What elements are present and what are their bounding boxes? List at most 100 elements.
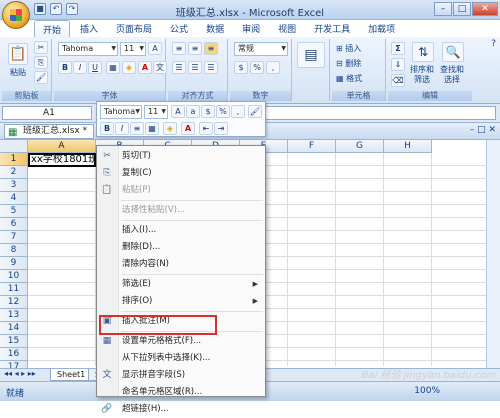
tab-formulas[interactable]: 公式 bbox=[162, 20, 196, 37]
paste-label[interactable]: 粘贴 bbox=[10, 67, 26, 78]
cut-icon[interactable]: ✂ bbox=[34, 41, 48, 54]
row-header[interactable]: 2 bbox=[0, 166, 28, 179]
zoom-level[interactable]: 100% bbox=[414, 386, 440, 396]
context-menu-item[interactable]: 🔗 超链接(H)... bbox=[97, 401, 265, 418]
row-header[interactable]: 14 bbox=[0, 322, 28, 335]
format-cells-button[interactable]: ▦ 格式 bbox=[336, 73, 362, 84]
fill-icon[interactable]: ⇓ bbox=[391, 58, 405, 71]
vertical-scrollbar[interactable] bbox=[486, 140, 500, 380]
context-menu-item[interactable]: 插入(I)... bbox=[97, 222, 265, 239]
row-header[interactable]: 9 bbox=[0, 257, 28, 270]
mini-comma-button[interactable]: , bbox=[231, 105, 245, 118]
row-header[interactable]: 12 bbox=[0, 296, 28, 309]
context-menu-item[interactable]: 选择性粘贴(V)... bbox=[97, 202, 265, 219]
percent-icon[interactable]: % bbox=[250, 61, 264, 74]
comma-icon[interactable]: , bbox=[266, 61, 280, 74]
name-box[interactable]: A1 bbox=[2, 106, 92, 120]
maximize-button[interactable]: □ bbox=[453, 2, 471, 16]
row-header[interactable]: 13 bbox=[0, 309, 28, 322]
align-left-icon[interactable]: ☰ bbox=[172, 61, 186, 74]
doc-window-controls-icon[interactable]: – □ ✕ bbox=[470, 125, 496, 135]
tab-review[interactable]: 审阅 bbox=[234, 20, 268, 37]
tab-addins[interactable]: 加载项 bbox=[360, 20, 403, 37]
mini-format-painter-icon[interactable]: 🖌 bbox=[248, 105, 262, 118]
sheet-nav-arrows-icon[interactable]: ◂◂ ◂ ▸ ▸▸ bbox=[4, 369, 36, 378]
delete-cells-button[interactable]: ⊟ 删除 bbox=[336, 58, 361, 69]
font-size-select[interactable]: 11 ▼ bbox=[120, 42, 146, 56]
tab-home[interactable]: 开始 bbox=[34, 20, 71, 37]
row-header[interactable]: 4 bbox=[0, 192, 28, 205]
mini-italic-button[interactable]: I bbox=[115, 122, 129, 135]
find-select-icon[interactable]: 🔍 bbox=[442, 42, 464, 62]
cell-a1[interactable]: xx学校1801班学 bbox=[28, 153, 108, 167]
underline-button[interactable]: U bbox=[88, 61, 102, 74]
mini-grow-font-icon[interactable]: A bbox=[171, 105, 185, 118]
align-top-icon[interactable]: ≡ bbox=[172, 42, 186, 55]
currency-icon[interactable]: $ bbox=[234, 61, 248, 74]
context-menu-item[interactable]: 清除内容(N) bbox=[97, 256, 265, 273]
document-tab[interactable]: ▦ 班级汇总.xlsx * bbox=[4, 124, 95, 139]
sheet-tab-sheet1[interactable]: Sheet1 bbox=[50, 369, 93, 381]
mini-shrink-font-icon[interactable]: a bbox=[186, 105, 200, 118]
context-menu-item[interactable]: 筛选(E) ▶ bbox=[97, 276, 265, 293]
bold-button[interactable]: B bbox=[58, 61, 72, 74]
mini-font-select[interactable]: Tahoma ▼ bbox=[100, 105, 142, 119]
paste-icon[interactable]: 📋 bbox=[8, 43, 28, 65]
phonetic-button[interactable]: 文 bbox=[153, 61, 167, 74]
column-header[interactable]: G bbox=[336, 140, 384, 153]
minimize-button[interactable]: – bbox=[434, 2, 452, 16]
row-header[interactable]: 8 bbox=[0, 244, 28, 257]
number-format-select[interactable]: 常规 ▼ bbox=[234, 42, 288, 56]
font-name-select[interactable]: Tahoma ▼ bbox=[58, 42, 118, 56]
column-header[interactable]: F bbox=[288, 140, 336, 153]
clear-icon[interactable]: ⌫ bbox=[391, 74, 405, 87]
autosum-button[interactable]: Σ bbox=[391, 42, 405, 55]
row-header[interactable]: 11 bbox=[0, 283, 28, 296]
row-header[interactable]: 10 bbox=[0, 270, 28, 283]
row-header[interactable]: 15 bbox=[0, 335, 28, 348]
copy-icon[interactable]: ⎘ bbox=[34, 56, 48, 69]
row-header[interactable]: 3 bbox=[0, 179, 28, 192]
mini-font-color-button[interactable]: A bbox=[181, 122, 195, 135]
align-middle-icon[interactable]: ≡ bbox=[188, 42, 202, 55]
office-button[interactable] bbox=[2, 1, 30, 29]
context-menu-item[interactable]: 命名单元格区域(R)... bbox=[97, 384, 265, 401]
context-menu-item[interactable]: 文显示拼音字段(S) bbox=[97, 367, 265, 384]
fill-color-icon[interactable]: ◈ bbox=[122, 61, 136, 74]
row-header[interactable]: 6 bbox=[0, 218, 28, 231]
row-header[interactable]: 1 bbox=[0, 153, 28, 166]
context-menu-item[interactable]: 从下拉列表中选择(K)... bbox=[97, 350, 265, 367]
context-menu-item[interactable]: 删除(D)... bbox=[97, 239, 265, 256]
sort-filter-label-2[interactable]: 筛选 bbox=[414, 74, 430, 85]
mini-size-select[interactable]: 11 ▼ bbox=[144, 105, 168, 119]
mini-increase-indent-icon[interactable]: ⇥ bbox=[214, 122, 228, 135]
align-center-icon[interactable]: ☰ bbox=[188, 61, 202, 74]
mini-border-icon[interactable]: ▦ bbox=[145, 122, 159, 135]
tab-view[interactable]: 视图 bbox=[270, 20, 304, 37]
border-icon[interactable]: ▦ bbox=[106, 61, 120, 74]
mini-bold-button[interactable]: B bbox=[100, 122, 114, 135]
format-painter-icon[interactable]: 🖌 bbox=[34, 71, 48, 84]
help-icon[interactable]: ? bbox=[491, 39, 496, 49]
context-menu-item[interactable]: ▦ 设置单元格格式(F)... bbox=[97, 333, 265, 350]
mini-percent-button[interactable]: % bbox=[216, 105, 230, 118]
insert-cells-button[interactable]: ⊞ 插入 bbox=[336, 43, 361, 54]
tab-insert[interactable]: 插入 bbox=[72, 20, 106, 37]
font-color-button[interactable]: A bbox=[138, 61, 152, 74]
select-all-corner[interactable] bbox=[0, 140, 28, 153]
mini-currency-icon[interactable]: $ bbox=[201, 105, 215, 118]
align-right-icon[interactable]: ☰ bbox=[204, 61, 218, 74]
row-header[interactable]: 7 bbox=[0, 231, 28, 244]
mini-center-icon[interactable]: ≡ bbox=[130, 122, 144, 135]
styles-icon[interactable]: ▤ bbox=[297, 42, 325, 68]
row-header[interactable]: 16 bbox=[0, 348, 28, 361]
context-menu-item[interactable]: ⎘ 复制(C) bbox=[97, 165, 265, 182]
column-header[interactable]: A bbox=[28, 140, 96, 153]
mini-fill-color-icon[interactable]: ◈ bbox=[163, 122, 177, 135]
context-menu-item[interactable]: 📋 粘贴(P) bbox=[97, 182, 265, 199]
row-header[interactable]: 5 bbox=[0, 205, 28, 218]
italic-button[interactable]: I bbox=[73, 61, 87, 74]
context-menu-item[interactable]: 排序(O) ▶ bbox=[97, 293, 265, 310]
sort-filter-icon[interactable]: ⇅ bbox=[412, 42, 434, 62]
grow-font-icon[interactable]: A bbox=[148, 42, 162, 55]
